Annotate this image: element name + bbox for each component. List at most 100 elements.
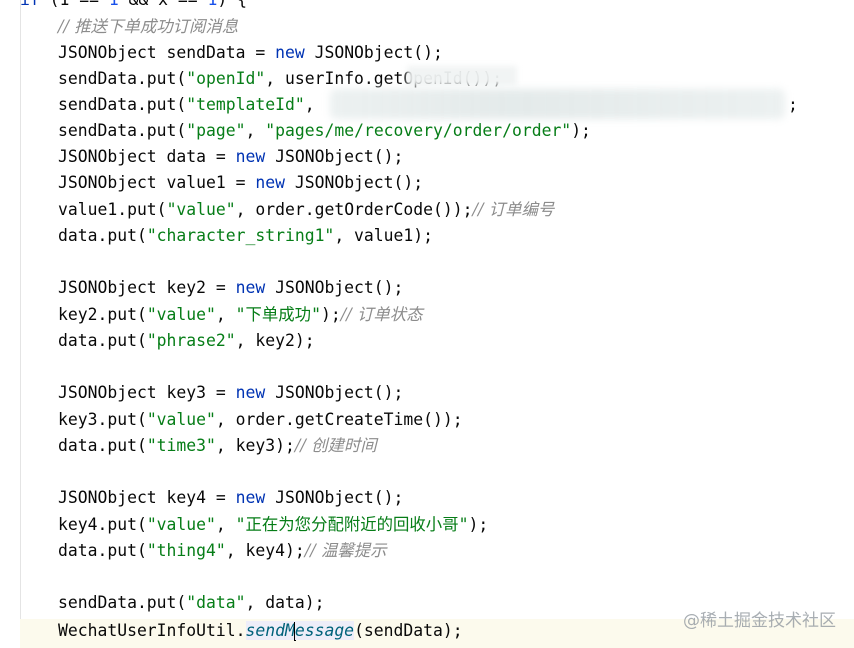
code-text: key3.put( bbox=[58, 410, 147, 429]
comment: // 订单编号 bbox=[472, 200, 555, 219]
code-text: , order.getCreateTime()); bbox=[215, 410, 463, 429]
code-text: data.put( bbox=[58, 436, 147, 455]
code-text: && x == bbox=[119, 0, 208, 9]
keyword: if bbox=[20, 0, 40, 9]
method-call: sendM bbox=[245, 621, 295, 640]
code-text: ); bbox=[320, 305, 341, 324]
string-literal: "下单成功" bbox=[235, 305, 321, 324]
code-line[interactable]: sendData.put("page", "pages/me/recovery/… bbox=[58, 118, 591, 144]
string-literal: "thing4" bbox=[146, 541, 226, 560]
code-text: , bbox=[215, 305, 236, 324]
code-line[interactable]: key3.put("value", order.getCreateTime())… bbox=[58, 407, 463, 433]
code-text: (1 == bbox=[40, 0, 109, 9]
string-literal: "value" bbox=[166, 200, 236, 219]
code-editor[interactable]: if (1 == 1 && x == 1) { // 推送下单成功订阅消息 JS… bbox=[0, 0, 854, 648]
comment: // 订单状态 bbox=[340, 305, 423, 324]
string-literal: "pages/me/recovery/order/order" bbox=[265, 121, 572, 140]
code-line[interactable]: JSONObject data = new JSONObject(); bbox=[58, 144, 403, 170]
keyword: new bbox=[235, 488, 266, 507]
code-text: data.put( bbox=[58, 226, 147, 245]
code-text: sendData.put( bbox=[58, 95, 187, 114]
code-text: JSONObject key2 = bbox=[58, 278, 236, 297]
code-text: (sendData); bbox=[354, 621, 463, 640]
code-text: JSONObject sendData = bbox=[58, 43, 276, 62]
code-line[interactable]: data.put("phrase2", key2); bbox=[58, 328, 315, 354]
watermark: @稀土掘金技术社区 bbox=[683, 611, 836, 631]
code-text: JSONObject key4 = bbox=[58, 488, 236, 507]
string-literal: "value" bbox=[146, 515, 216, 534]
code-line[interactable]: key4.put("value", "正在为您分配附近的回收小哥"); bbox=[58, 512, 488, 538]
code-text: WechatUserInfoUtil. bbox=[58, 621, 246, 640]
keyword: new bbox=[275, 43, 305, 62]
code-text: , key2); bbox=[235, 331, 315, 350]
code-text: JSONObject key3 = bbox=[58, 383, 236, 402]
comment: // 推送下单成功订阅消息 bbox=[58, 17, 239, 36]
code-line-end: ; bbox=[788, 92, 798, 118]
keyword: new bbox=[235, 383, 266, 402]
code-text: value1.put( bbox=[58, 200, 167, 219]
code-text: , key4); bbox=[225, 541, 305, 560]
code-text: ); bbox=[571, 121, 591, 140]
code-text: JSONObject value1 = bbox=[58, 173, 256, 192]
code-text: , order.getOrderCode()); bbox=[235, 200, 473, 219]
code-text: sendData.put( bbox=[58, 121, 187, 140]
code-text: , bbox=[304, 95, 315, 114]
string-literal: "data" bbox=[186, 593, 246, 612]
code-line[interactable]: data.put("character_string1", value1); bbox=[58, 223, 433, 249]
code-text: JSONObject(); bbox=[265, 383, 404, 402]
code-line-if[interactable]: if (1 == 1 && x == 1) { bbox=[20, 0, 247, 13]
code-text: JSONObject(); bbox=[304, 43, 443, 62]
code-line[interactable]: key2.put("value", "下单成功");// 订单状态 bbox=[58, 302, 423, 328]
method-call: essage bbox=[294, 621, 355, 640]
code-line[interactable]: JSONObject key4 = new JSONObject(); bbox=[58, 485, 403, 511]
code-text: ) { bbox=[217, 0, 247, 9]
string-literal: "正在为您分配附近的回收小哥" bbox=[235, 515, 469, 534]
code-text: , value1); bbox=[334, 226, 433, 245]
code-text: JSONObject(); bbox=[265, 488, 404, 507]
code-text: , bbox=[245, 121, 266, 140]
string-literal: "value" bbox=[146, 410, 216, 429]
redacted-region bbox=[330, 89, 785, 119]
indent-guide bbox=[20, 0, 21, 648]
code-line[interactable]: data.put("time3", key3);// 创建时间 bbox=[58, 433, 377, 459]
code-text: JSONObject(); bbox=[265, 278, 404, 297]
comment: // 温馨提示 bbox=[304, 541, 387, 560]
code-text: ); bbox=[468, 515, 489, 534]
code-text: ; bbox=[788, 95, 798, 114]
keyword: new bbox=[255, 173, 285, 192]
redacted-region bbox=[407, 66, 517, 86]
code-line[interactable]: JSONObject sendData = new JSONObject(); bbox=[58, 40, 443, 66]
string-literal: "openId" bbox=[186, 69, 266, 88]
code-line[interactable]: JSONObject value1 = new JSONObject(); bbox=[58, 170, 423, 196]
string-literal: "value" bbox=[146, 305, 216, 324]
code-line[interactable]: data.put("thing4", key4);// 温馨提示 bbox=[58, 538, 387, 564]
code-text: JSONObject(); bbox=[284, 173, 424, 192]
code-line-comment[interactable]: // 推送下单成功订阅消息 bbox=[58, 14, 238, 40]
number-literal: 1 bbox=[208, 0, 218, 9]
string-literal: "time3" bbox=[146, 436, 216, 455]
code-text: data.put( bbox=[58, 541, 147, 560]
code-line[interactable]: JSONObject key2 = new JSONObject(); bbox=[58, 275, 403, 301]
string-literal: "character_string1" bbox=[146, 226, 335, 245]
number-literal: 1 bbox=[109, 0, 119, 9]
code-text: JSONObject data = bbox=[58, 147, 236, 166]
code-text: , key3); bbox=[215, 436, 295, 455]
code-text: sendData.put( bbox=[58, 69, 187, 88]
code-line[interactable]: sendData.put("data", data); bbox=[58, 590, 324, 616]
code-text: key4.put( bbox=[58, 515, 147, 534]
code-text: JSONObject(); bbox=[265, 147, 404, 166]
code-line[interactable]: JSONObject key3 = new JSONObject(); bbox=[58, 380, 403, 406]
code-text: key2.put( bbox=[58, 305, 147, 324]
string-literal: "templateId" bbox=[186, 95, 305, 114]
code-line[interactable]: value1.put("value", order.getOrderCode()… bbox=[58, 197, 554, 223]
string-literal: "page" bbox=[186, 121, 246, 140]
keyword: new bbox=[235, 147, 266, 166]
code-text: , data); bbox=[245, 593, 325, 612]
string-literal: "phrase2" bbox=[146, 331, 236, 350]
code-text: , bbox=[215, 515, 236, 534]
code-text: data.put( bbox=[58, 331, 147, 350]
comment: // 创建时间 bbox=[294, 436, 377, 455]
code-line[interactable]: sendData.put("templateId", bbox=[58, 92, 315, 118]
keyword: new bbox=[235, 278, 266, 297]
code-line-current[interactable]: WechatUserInfoUtil.sendMessage(sendData)… bbox=[58, 618, 463, 644]
